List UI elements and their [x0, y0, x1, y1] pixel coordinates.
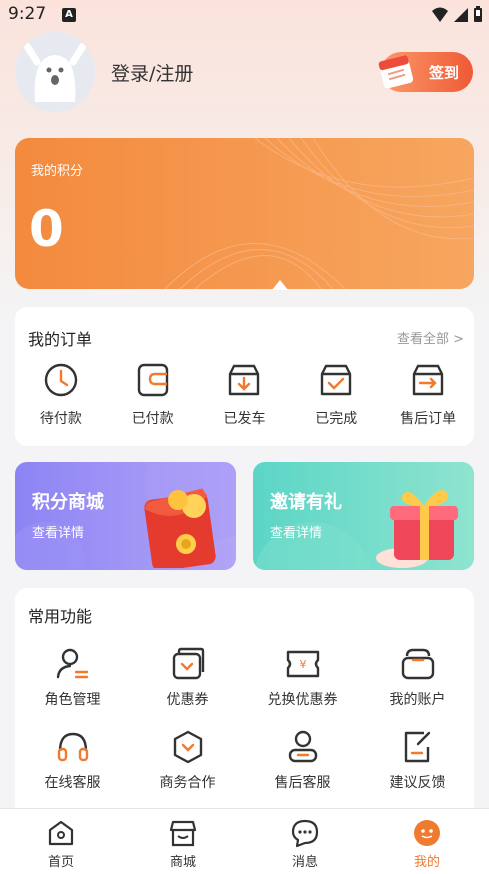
feedback-icon [404, 731, 430, 763]
orders-card: 我的订单 查看全部 > 待付款 已付款 已发车 已完成 售后订单 [15, 307, 474, 446]
function-after-sales-service[interactable]: 售后客服 [245, 729, 360, 792]
function-business-cooperation[interactable]: 商务合作 [130, 729, 245, 792]
order-label: 已完成 [315, 411, 358, 427]
points-label: 我的积分 [31, 164, 84, 179]
function-label: 我的账户 [389, 692, 446, 708]
clock-icon [44, 363, 78, 397]
tab-label: 商城 [169, 855, 196, 870]
coupon-icon [172, 647, 204, 680]
tab-label: 我的 [413, 855, 440, 870]
box-download-icon [229, 364, 260, 396]
mall-subtitle: 查看详情 [32, 526, 85, 541]
mall-title: 积分商城 [32, 492, 104, 513]
tab-label: 消息 [291, 855, 318, 870]
common-functions-card: 常用功能 角色管理 优惠券 ¥ 兑换优惠券 我的账户 在线客服 商务合作 售后客… [15, 588, 474, 808]
tab-shop[interactable]: 商城 [122, 809, 244, 874]
function-my-account[interactable]: 我的账户 [360, 646, 475, 709]
function-role-management[interactable]: 角色管理 [15, 646, 130, 709]
orders-title: 我的订单 [28, 330, 93, 349]
function-coupons[interactable]: 优惠券 [130, 646, 245, 709]
box-check-icon [321, 364, 352, 396]
user-service-icon [288, 730, 317, 763]
bottom-tab-bar: 首页 商城 消息 我的 [0, 808, 489, 874]
points-notch [272, 280, 288, 290]
function-label: 商务合作 [159, 775, 216, 791]
function-redeem-coupon[interactable]: ¥ 兑换优惠券 [245, 646, 360, 709]
function-label: 建议反馈 [389, 775, 446, 791]
points-mall-card[interactable]: 积分商城 查看详情 [15, 462, 236, 570]
function-label: 角色管理 [44, 692, 101, 708]
status-icons [431, 6, 483, 23]
order-label: 已发车 [223, 411, 266, 427]
order-label: 已付款 [131, 411, 174, 427]
signal-icon [454, 7, 468, 22]
headset-icon [57, 732, 88, 762]
function-feedback[interactable]: 建议反馈 [360, 729, 475, 792]
gift-box-icon [376, 490, 458, 568]
svg-text:¥: ¥ [299, 658, 306, 671]
signin-button[interactable]: 签到 [378, 52, 473, 92]
notification-icon: A [62, 8, 76, 22]
calendar-icon [378, 55, 414, 89]
function-label: 优惠券 [166, 692, 209, 708]
order-label: 待付款 [39, 411, 82, 427]
shop-icon [169, 820, 197, 847]
functions-title: 常用功能 [28, 607, 93, 626]
hexagon-icon [173, 730, 202, 764]
tab-label: 首页 [47, 855, 74, 870]
wifi-icon [432, 7, 448, 22]
invite-title: 邀请有礼 [270, 492, 342, 513]
red-envelope-icon [144, 488, 216, 568]
points-card-pattern [164, 138, 474, 289]
points-value: 0 [29, 200, 64, 258]
user-manage-icon [56, 648, 88, 679]
order-label: 售后订单 [400, 411, 457, 427]
login-register-link[interactable]: 登录/注册 [111, 59, 193, 86]
functions-grid: 角色管理 优惠券 ¥ 兑换优惠券 我的账户 在线客服 商务合作 售后客服 建议反 [15, 646, 474, 792]
home-icon [48, 820, 74, 846]
function-label: 售后客服 [274, 775, 331, 791]
tab-messages[interactable]: 消息 [244, 809, 366, 874]
profile-header: 登录/注册 签到 [0, 30, 489, 115]
order-paid[interactable]: 已付款 [107, 362, 199, 428]
order-pending-payment[interactable]: 待付款 [15, 362, 107, 428]
function-label: 兑换优惠券 [267, 692, 338, 708]
tab-home[interactable]: 首页 [0, 809, 122, 874]
wallet-icon [137, 363, 168, 397]
status-time: 9:27 [8, 4, 47, 24]
function-online-service[interactable]: 在线客服 [15, 729, 130, 792]
tab-profile[interactable]: 我的 [366, 809, 488, 874]
invite-gift-card[interactable]: 邀请有礼 查看详情 [253, 462, 474, 570]
function-label: 在线客服 [44, 775, 101, 791]
order-shipped[interactable]: 已发车 [199, 362, 291, 428]
avatar[interactable] [15, 32, 95, 112]
message-icon [291, 819, 319, 848]
orders-view-all-link[interactable]: 查看全部 > [397, 328, 464, 347]
ghost-avatar-icon [15, 32, 95, 112]
invite-subtitle: 查看详情 [270, 526, 323, 541]
ticket-yen-icon: ¥ [286, 650, 319, 678]
return-box-icon [412, 364, 444, 396]
battery-icon [474, 6, 482, 22]
status-bar: 9:27 A [0, 0, 489, 30]
order-completed[interactable]: 已完成 [290, 362, 382, 428]
profile-icon [414, 820, 440, 846]
order-after-sales[interactable]: 售后订单 [382, 362, 474, 428]
signin-label: 签到 [428, 64, 459, 82]
wallet-account-icon [401, 648, 434, 680]
points-card[interactable]: 我的积分 0 [15, 138, 474, 289]
orders-row: 待付款 已付款 已发车 已完成 售后订单 [15, 362, 474, 428]
